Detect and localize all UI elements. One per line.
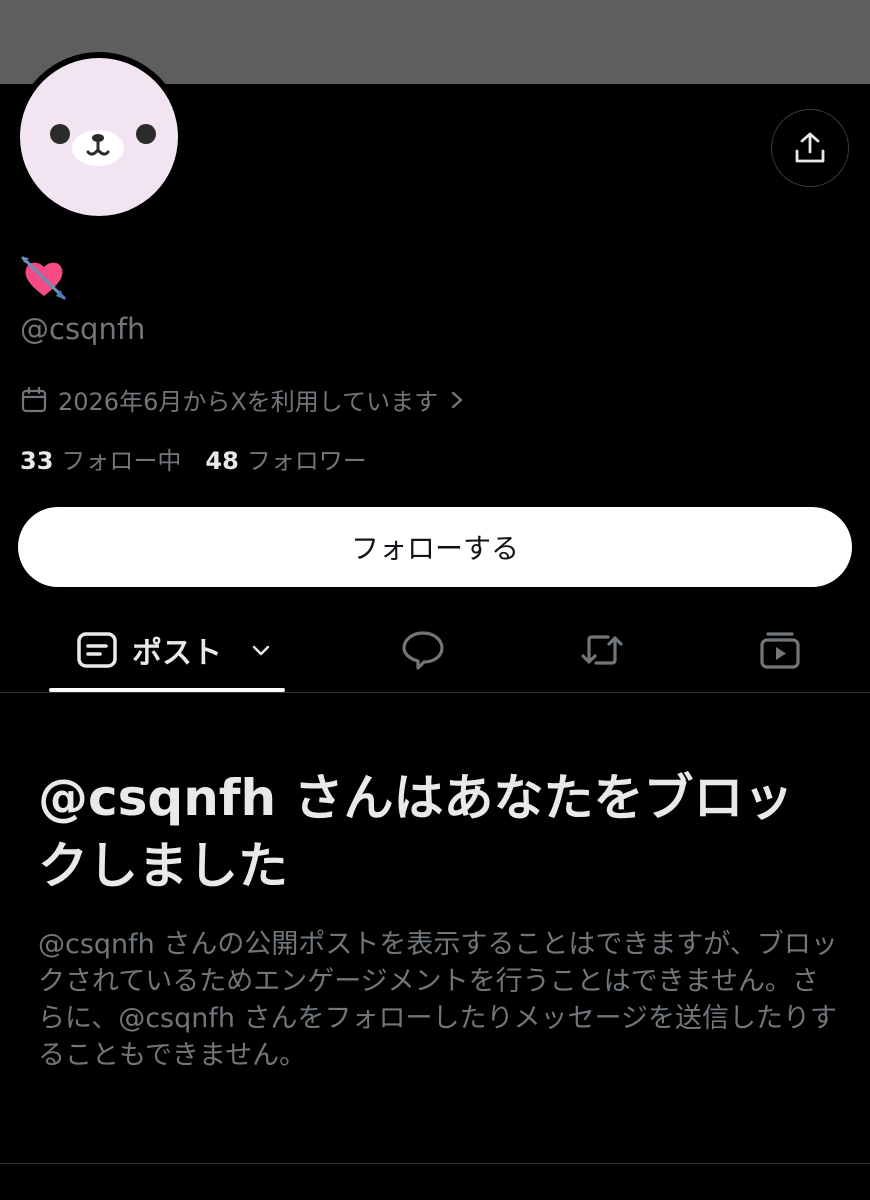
blocked-description: @csqnfh さんの公開ポストを表示することはできますが、ブロックされているた…	[38, 929, 838, 1071]
heart-with-arrow-icon	[21, 256, 66, 300]
tab-media[interactable]	[758, 608, 802, 692]
avatar[interactable]	[14, 52, 184, 222]
display-name	[20, 254, 68, 306]
followers-stat[interactable]: 48 フォロワー	[205, 441, 366, 476]
avatar-image	[20, 58, 178, 216]
chevron-right-icon	[451, 391, 463, 408]
share-button[interactable]	[771, 109, 849, 187]
share-icon	[795, 132, 825, 163]
follow-button[interactable]: フォローする	[18, 507, 852, 587]
profile-handle: @csqnfh	[20, 312, 146, 346]
calendar-icon	[21, 386, 47, 412]
followers-label: フォロワー	[246, 447, 367, 475]
profile-tab-bar: ポスト	[0, 608, 870, 693]
tab-posts[interactable]: ポスト	[76, 608, 274, 692]
posts-icon	[77, 632, 117, 668]
bear-face-icon	[50, 124, 156, 166]
tab-reposts[interactable]	[578, 608, 626, 692]
following-count: 33	[20, 447, 54, 475]
active-tab-indicator	[49, 688, 285, 692]
following-stat[interactable]: 33 フォロー中	[20, 441, 181, 476]
follow-stats: 33 フォロー中 48 フォロワー	[20, 441, 367, 476]
tab-posts-label: ポスト	[132, 636, 222, 671]
joined-text: 2026年6月からXを利用しています	[58, 388, 439, 416]
media-icon	[760, 632, 800, 669]
blocked-title: @csqnfh さんはあなたをブロックしました	[38, 769, 794, 895]
followers-count: 48	[205, 447, 239, 475]
chevron-down-icon	[252, 645, 270, 656]
following-label: フォロー中	[61, 447, 182, 475]
divider	[0, 1163, 870, 1164]
reply-icon	[402, 631, 444, 670]
repost-icon	[581, 635, 623, 665]
joined-date[interactable]: 2026年6月からXを利用しています	[20, 382, 466, 417]
tab-replies[interactable]	[400, 608, 446, 692]
